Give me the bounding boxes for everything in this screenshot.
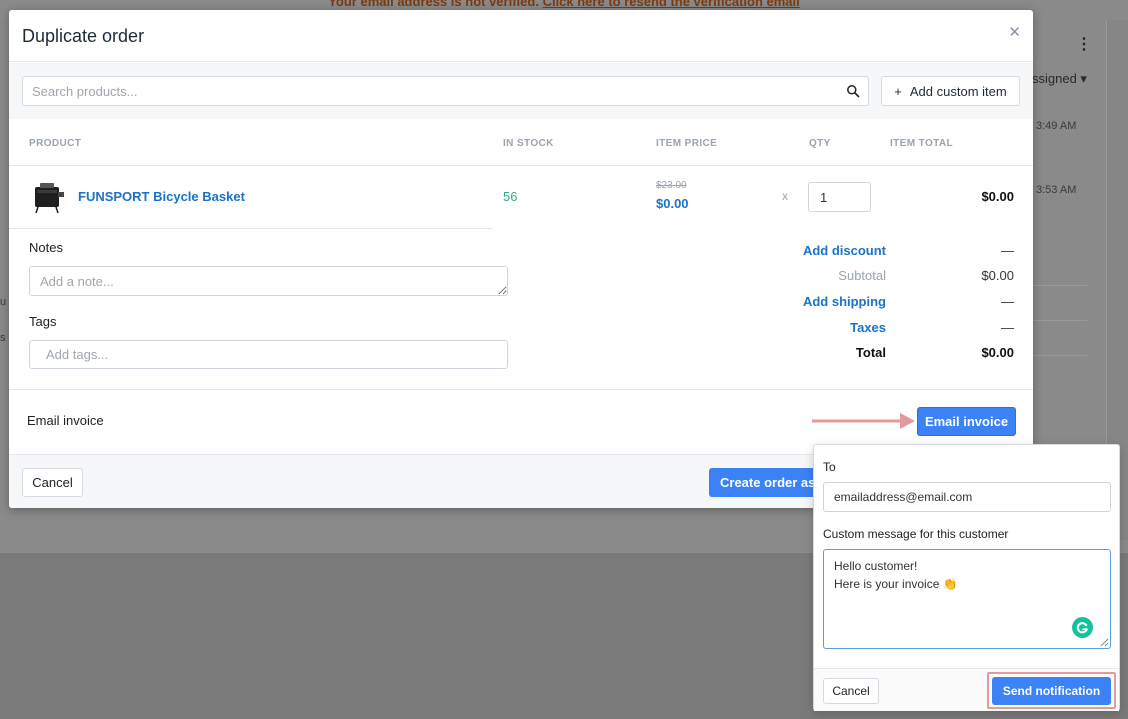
background-timestamp: 3:53 AM — [1036, 184, 1077, 196]
tags-label: Tags — [29, 314, 57, 329]
line-item-total: $0.00 — [981, 189, 1014, 204]
column-header-item-total: ITEM TOTAL — [890, 138, 954, 149]
row-divider — [9, 228, 492, 229]
add-discount-link[interactable]: Add discount — [803, 243, 886, 258]
search-row: + Add custom item — [9, 63, 1033, 119]
search-icon[interactable] — [846, 84, 860, 98]
product-thumbnail — [35, 183, 64, 214]
resize-handle-icon[interactable] — [1100, 638, 1109, 647]
add-custom-item-button[interactable]: + Add custom item — [881, 76, 1020, 106]
product-search-box — [22, 76, 869, 106]
create-order-button[interactable]: Create order as — [709, 468, 829, 497]
plus-icon: + — [894, 83, 902, 99]
resend-verification-link[interactable]: Click here to resend the verification em… — [543, 0, 800, 9]
custom-message-textarea[interactable]: Hello customer! Here is your invoice 👏 — [823, 549, 1111, 649]
total-label: Total — [855, 345, 886, 360]
table-divider — [9, 165, 1033, 166]
taxes-link[interactable]: Taxes — [850, 320, 886, 335]
background-left-fragment: u — [0, 296, 7, 308]
popover-footer: Cancel Send notification — [814, 668, 1119, 711]
arrow-annotation-icon — [812, 413, 915, 429]
email-invoice-popover: To Custom message for this customer Hell… — [813, 444, 1120, 711]
subtotal-label: Subtotal — [838, 268, 886, 283]
duplicate-order-modal: Duplicate order ✕ + Add custom item PROD… — [9, 10, 1033, 508]
product-name-link[interactable]: FUNSPORT Bicycle Basket — [78, 189, 245, 204]
taxes-value: — — [1001, 320, 1014, 335]
modal-header: Duplicate order ✕ — [9, 10, 1033, 62]
close-icon[interactable]: ✕ — [1008, 23, 1021, 41]
total-value: $0.00 — [981, 345, 1014, 360]
tags-input[interactable] — [29, 340, 508, 369]
background-divider — [1033, 285, 1087, 286]
background-assigned-dropdown[interactable]: ssigned ▾ — [1032, 71, 1087, 87]
column-header-qty: QTY — [809, 138, 831, 149]
add-shipping-link[interactable]: Add shipping — [803, 294, 886, 309]
message-line: Hello customer! — [834, 559, 918, 573]
notes-label: Notes — [29, 240, 63, 255]
to-label: To — [823, 460, 836, 474]
item-price[interactable]: $0.00 — [656, 196, 689, 211]
kebab-menu-icon[interactable]: ⋮ — [1076, 34, 1092, 54]
message-line: Here is your invoice 👏 — [834, 577, 958, 591]
notes-field[interactable] — [29, 266, 508, 296]
background-divider — [1033, 355, 1087, 356]
discount-value: — — [1001, 243, 1014, 258]
custom-message-label: Custom message for this customer — [823, 527, 1009, 541]
product-search-input[interactable] — [23, 77, 823, 105]
background-left-fragment: s — [0, 332, 6, 344]
multiply-sign: x — [782, 189, 788, 203]
column-header-in-stock: IN STOCK — [503, 138, 554, 149]
cancel-button[interactable]: Cancel — [22, 468, 83, 497]
background-divider — [1033, 320, 1087, 321]
column-header-item-price: ITEM PRICE — [656, 138, 718, 149]
in-stock-count: 56 — [503, 189, 518, 204]
recipient-email-field[interactable] — [823, 482, 1111, 512]
verification-banner: Your email address is not verified. Clic… — [0, 0, 1128, 9]
add-custom-item-label: Add custom item — [909, 83, 1007, 99]
email-invoice-button[interactable]: Email invoice — [917, 407, 1016, 436]
background-timestamp: 3:49 AM — [1036, 120, 1077, 132]
send-notification-button[interactable]: Send notification — [992, 677, 1111, 705]
original-price: $23.00 — [656, 180, 687, 191]
column-header-product: PRODUCT — [29, 138, 82, 149]
quantity-input[interactable] — [808, 182, 871, 212]
grammarly-icon[interactable] — [1072, 617, 1093, 638]
subtotal-value: $0.00 — [981, 268, 1014, 283]
shipping-value: — — [1001, 294, 1014, 309]
popover-cancel-button[interactable]: Cancel — [823, 678, 879, 704]
verification-banner-text: Your email address is not verified. — [328, 0, 543, 9]
modal-title: Duplicate order — [22, 26, 145, 46]
email-invoice-label: Email invoice — [27, 413, 104, 428]
